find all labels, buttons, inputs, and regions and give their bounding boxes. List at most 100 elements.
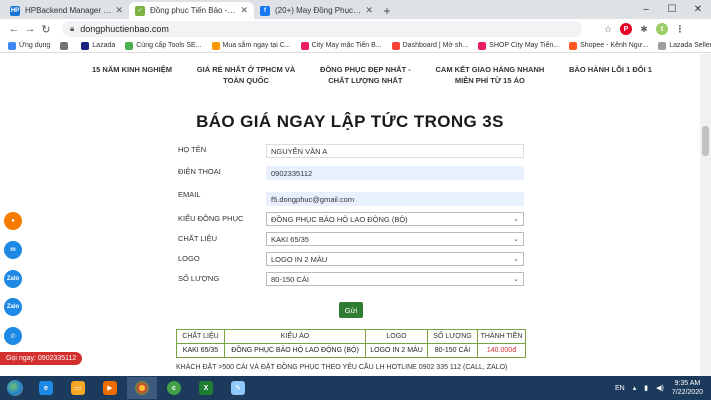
zalo-icon-2[interactable]: Zalo: [4, 298, 22, 316]
table-header: KIỂU ÁO: [224, 329, 366, 344]
taskbar-paint[interactable]: ✎: [223, 377, 253, 399]
bookmarks-bar: Ứng dụng Lazada Cùng cấp Tools SE... Mua sắ…: [0, 39, 711, 53]
phone-value: 0902335112: [271, 168, 313, 178]
bookmark-item[interactable]: City May mặc Tiến B...: [300, 41, 382, 50]
close-icon[interactable]: ✕: [365, 5, 373, 16]
bookmark-icon: [81, 41, 90, 50]
close-icon[interactable]: ✕: [240, 5, 248, 16]
bookmark-icon: [478, 41, 487, 50]
chrome-icon: [135, 381, 149, 395]
taskbar-explorer[interactable]: ▭: [63, 377, 93, 399]
page-scrollbar[interactable]: [700, 54, 711, 376]
new-tab-button[interactable]: +: [379, 2, 395, 19]
profile-avatar[interactable]: t: [656, 23, 668, 35]
pinterest-icon[interactable]: P: [620, 23, 632, 35]
start-button[interactable]: [0, 376, 30, 400]
phone-icon[interactable]: ✆: [4, 327, 22, 345]
close-window-icon[interactable]: ✕: [685, 0, 711, 19]
table-header-row: CHẤT LIỆU KIỂU ÁO LOGO SỐ LƯỢNG THÀNH TI…: [176, 329, 526, 344]
bookmark-item[interactable]: Dashboard | Mở sh...: [391, 41, 468, 50]
tab-title: Đồng phục Tiến Bảo - Xưởng may: [150, 6, 236, 15]
bookmark-label: Ứng dụng: [19, 42, 51, 49]
windows-taskbar: e ▭ ▶ c X ✎ EN ▴ ▮ ◀) 9:35 AM 7/22/2020: [0, 376, 711, 400]
bookmark-icon: [60, 41, 69, 50]
hotline-note: KHÁCH ĐẶT >500 CÁI VÀ ĐẶT ĐỒNG PHỤC THEO…: [176, 364, 508, 371]
map-pin-icon[interactable]: ●: [4, 212, 22, 230]
material-select[interactable]: KAKI 65/35 ⌄: [266, 232, 524, 246]
volume-icon[interactable]: ◀): [656, 384, 664, 392]
clock[interactable]: 9:35 AM 7/22/2020: [672, 379, 703, 397]
taskbar-chrome[interactable]: [127, 377, 157, 399]
star-icon[interactable]: ☆: [602, 23, 614, 35]
zalo-icon[interactable]: Zalo: [4, 270, 22, 288]
back-icon[interactable]: ←: [6, 23, 22, 35]
menu-icon[interactable]: ⋮: [674, 23, 686, 35]
browser-tab[interactable]: HP HPBackend Manager by TanLCFE ✕: [4, 2, 129, 19]
type-value: ĐỒNG PHỤC BẢO HỘ LAO ĐỘNG (BỘ): [271, 214, 408, 224]
bookmark-item[interactable]: Ứng dụng: [8, 41, 51, 50]
bookmark-item[interactable]: Mua sắm ngay tại C...: [211, 41, 291, 50]
tab-strip: HP HPBackend Manager by TanLCFE ✕ ✓ Đồng…: [0, 0, 711, 19]
paint-icon: ✎: [231, 381, 245, 395]
scrollbar-thumb[interactable]: [702, 126, 709, 156]
forward-icon[interactable]: →: [22, 23, 38, 35]
name-field[interactable]: NGUYỄN VĂN A: [266, 144, 524, 158]
address-bar-row: ← → ↻ 🔒︎ dongphuctienbao.com ☆ P ✱ t ⋮: [0, 19, 711, 39]
language-indicator[interactable]: EN: [615, 385, 625, 392]
bookmark-item[interactable]: Lazada: [81, 41, 115, 50]
feature-text: TOÀN QUỐC: [223, 76, 269, 85]
bookmark-item[interactable]: Lazada Seller Center: [658, 41, 711, 50]
quote-result-table: CHẤT LIỆU KIỂU ÁO LOGO SỐ LƯỢNG THÀNH TI…: [176, 329, 526, 358]
network-icon[interactable]: ▮: [644, 384, 648, 392]
feature-text: CAM KẾT GIAO HÀNG NHANH: [435, 65, 545, 74]
price-cell: 140.000đ: [477, 343, 526, 358]
feature-strip: 15 NĂM KINH NGHIỆM GIÁ RẺ NHẤT Ở TPHCM VÀ…: [92, 64, 652, 86]
bookmark-icon: [391, 41, 400, 50]
browser-tab[interactable]: f (20+) May Đồng Phục | Faceboo ✕: [254, 2, 379, 19]
maximize-icon[interactable]: ☐: [659, 0, 685, 19]
call-now-button[interactable]: Gọi ngay: 0902335112: [0, 352, 83, 365]
minimize-icon[interactable]: –: [633, 0, 659, 19]
phone-field[interactable]: 0902335112: [266, 166, 524, 180]
bookmark-item[interactable]: SHOP City May Tiến...: [478, 41, 559, 50]
bookmark-item[interactable]: Shopee - Kênh Ngư...: [569, 41, 648, 50]
clock-time: 9:35 AM: [674, 380, 701, 387]
bookmark-item[interactable]: Cùng cấp Tools SE...: [125, 41, 202, 50]
browser-tab-active[interactable]: ✓ Đồng phục Tiến Bảo - Xưởng may ✕: [129, 2, 254, 19]
excel-icon: X: [199, 381, 213, 395]
type-select[interactable]: ĐỒNG PHỤC BẢO HỘ LAO ĐỘNG (BỘ) ⌄: [266, 212, 524, 226]
system-tray: EN ▴ ▮ ◀) 9:35 AM 7/22/2020: [615, 376, 703, 400]
bookmark-icon: [658, 41, 667, 50]
url-field[interactable]: 🔒︎ dongphuctienbao.com: [62, 21, 582, 37]
taskbar-coccoc[interactable]: c: [159, 377, 189, 399]
lock-icon[interactable]: 🔒︎: [70, 24, 74, 34]
web-page: 15 NĂM KINH NGHIỆM GIÁ RẺ NHẤT Ở TPHCM VÀ…: [0, 54, 700, 376]
email-field[interactable]: f5.dongphuc@gmail.com: [266, 192, 524, 206]
taskbar-media[interactable]: ▶: [95, 377, 125, 399]
tray-arrow-icon[interactable]: ▴: [633, 384, 637, 392]
media-player-icon: ▶: [103, 381, 117, 395]
bookmark-icon: [569, 41, 578, 50]
submit-button[interactable]: Gửi: [339, 302, 363, 318]
material-label: CHẤT LIỆU: [178, 234, 218, 243]
puzzle-icon[interactable]: ✱: [638, 23, 650, 35]
name-value: NGUYỄN VĂN A: [271, 146, 328, 156]
extensions: ☆ P ✱ t ⋮: [602, 23, 686, 35]
feature-item: CAM KẾT GIAO HÀNG NHANH MIỄN PHÍ TỪ 15 ÁO: [436, 64, 545, 86]
bookmark-icon: [211, 41, 220, 50]
close-icon[interactable]: ✕: [115, 5, 123, 16]
qty-select[interactable]: 80-150 CÁI ⌄: [266, 272, 524, 286]
logo-select[interactable]: LOGO IN 2 MÀU ⌄: [266, 252, 524, 266]
taskbar-excel[interactable]: X: [191, 377, 221, 399]
messenger-icon[interactable]: m: [4, 241, 22, 259]
reload-icon[interactable]: ↻: [38, 23, 54, 36]
folder-icon: ▭: [71, 381, 85, 395]
taskbar-ie[interactable]: e: [31, 377, 61, 399]
tab-favicon: HP: [10, 5, 20, 16]
bookmark-item[interactable]: [60, 41, 71, 50]
page-title: BÁO GIÁ NGAY LẬP TỨC TRONG 3S: [196, 112, 504, 131]
window-controls: – ☐ ✕: [633, 0, 711, 19]
chevron-down-icon: ⌄: [513, 236, 519, 243]
table-cell: ĐỒNG PHỤC BẢO HỘ LAO ĐỘNG (BỘ): [224, 343, 366, 358]
bookmark-icon: [300, 41, 309, 50]
